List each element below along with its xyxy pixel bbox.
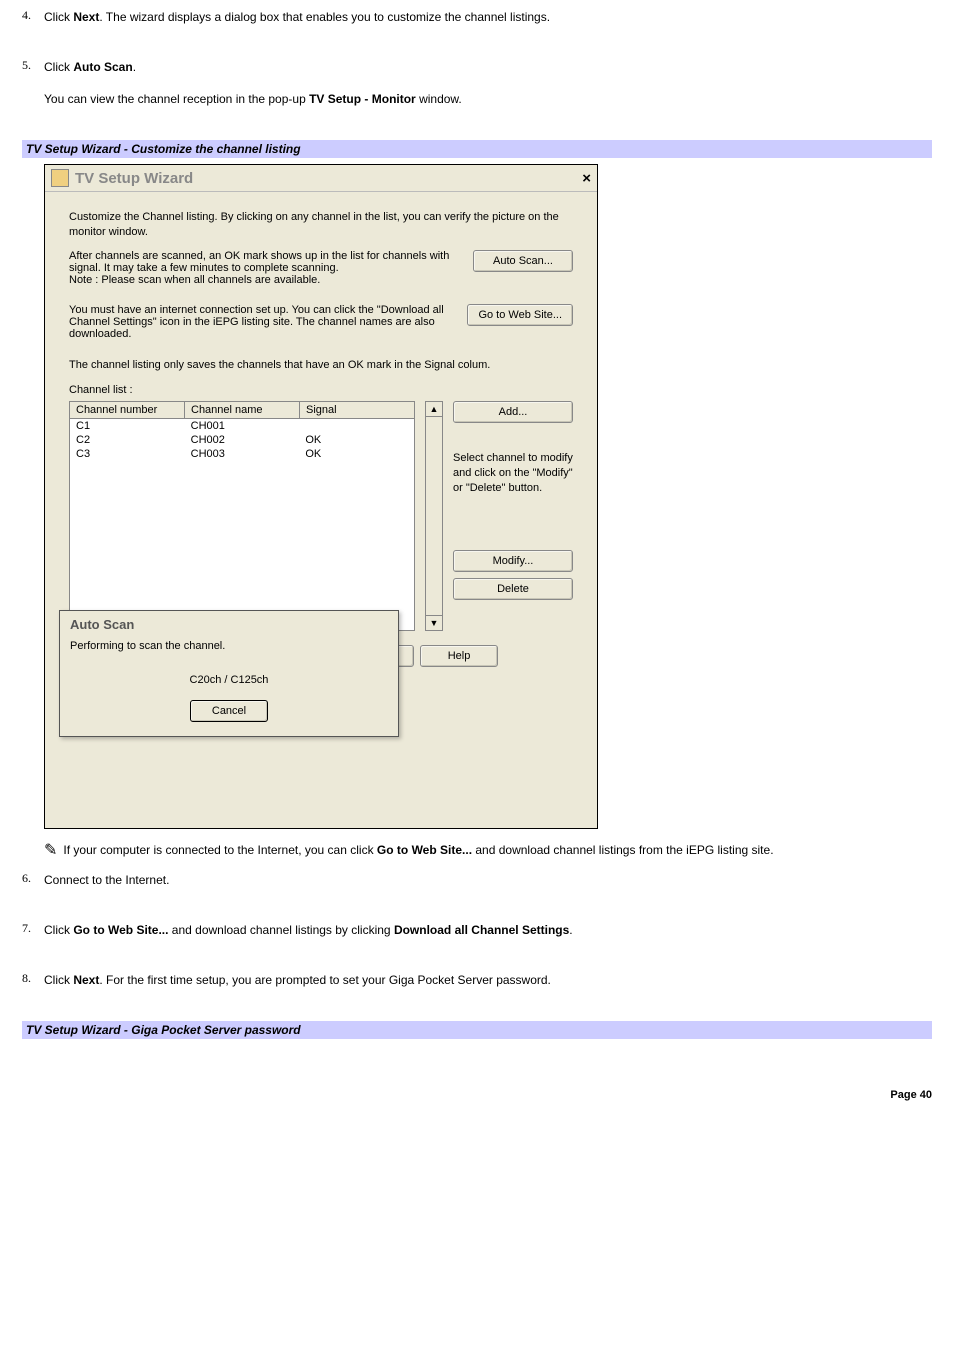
note-block: ✎ If your computer is connected to the I… <box>44 843 932 859</box>
step-text: Click Go to Web Site... and download cha… <box>44 921 932 939</box>
auto-scan-button[interactable]: Auto Scan... <box>473 250 573 272</box>
table-scrollbar[interactable]: ▲ ▼ <box>425 401 443 631</box>
col-channel-number: Channel number <box>70 402 185 418</box>
dialog-intro: Customize the Channel listing. By clicki… <box>69 210 573 240</box>
col-channel-name: Channel name <box>185 402 300 418</box>
step-number: 8. <box>22 971 44 1003</box>
pencil-icon: ✎ <box>44 843 57 859</box>
step-number: 7. <box>22 921 44 953</box>
add-button[interactable]: Add... <box>453 401 573 423</box>
auto-scan-section: After channels are scanned, an OK mark s… <box>69 250 573 286</box>
side-help-text: Select channel to modify and click on th… <box>453 451 573 496</box>
page-footer: Page 40 <box>0 1065 954 1111</box>
modify-button[interactable]: Modify... <box>453 550 573 572</box>
step-6: 6. Connect to the Internet. <box>22 871 932 903</box>
scroll-up-icon[interactable]: ▲ <box>426 402 442 417</box>
step-7: 7. Click Go to Web Site... and download … <box>22 921 932 953</box>
step-number: 6. <box>22 871 44 903</box>
table-row[interactable]: C3 CH003 OK <box>70 447 414 461</box>
tv-setup-wizard-dialog: TV Setup Wizard × Customize the Channel … <box>44 164 598 829</box>
channel-table[interactable]: Channel number Channel name Signal C1 CH… <box>69 401 415 631</box>
col-signal: Signal <box>300 402 414 418</box>
table-row[interactable]: C1 CH001 <box>70 419 414 433</box>
dialog-title: TV Setup Wizard <box>75 170 582 187</box>
step-4: 4. Click Next. The wizard displays a dia… <box>22 8 932 40</box>
step-text: Click Next. For the first time setup, yo… <box>44 971 932 989</box>
channel-list-area: Channel number Channel name Signal C1 CH… <box>69 401 573 631</box>
step-text-2: You can view the channel reception in th… <box>44 90 932 108</box>
titlebar: TV Setup Wizard × <box>45 165 597 192</box>
step-5: 5. Click Auto Scan. You can view the cha… <box>22 58 932 122</box>
app-icon <box>51 169 69 187</box>
step-number: 4. <box>22 8 44 40</box>
auto-scan-popup: Auto Scan Performing to scan the channel… <box>59 610 399 737</box>
step-number: 5. <box>22 58 44 122</box>
channel-list-label: Channel list : <box>69 383 573 398</box>
table-header: Channel number Channel name Signal <box>70 402 414 419</box>
figure-caption-2: TV Setup Wizard - Giga Pocket Server pas… <box>22 1021 932 1039</box>
delete-button[interactable]: Delete <box>453 578 573 600</box>
figure-caption-1: TV Setup Wizard - Customize the channel … <box>22 140 932 158</box>
web-site-text: You must have an internet connection set… <box>69 304 457 340</box>
close-icon[interactable]: × <box>582 170 591 187</box>
step-text: Click Next. The wizard displays a dialog… <box>44 8 932 26</box>
note-text: If your computer is connected to the Int… <box>63 843 773 857</box>
popup-progress: C20ch / C125ch <box>70 674 388 686</box>
step-8: 8. Click Next. For the first time setup,… <box>22 971 932 1003</box>
save-note: The channel listing only saves the chann… <box>69 358 573 373</box>
table-row[interactable]: C2 CH002 OK <box>70 433 414 447</box>
scroll-down-icon[interactable]: ▼ <box>426 615 442 630</box>
popup-title: Auto Scan <box>70 617 388 632</box>
popup-cancel-button[interactable]: Cancel <box>190 700 268 722</box>
auto-scan-text: After channels are scanned, an OK mark s… <box>69 250 463 286</box>
help-button[interactable]: Help <box>420 645 498 667</box>
web-site-section: You must have an internet connection set… <box>69 304 573 340</box>
step-text: Click Auto Scan. <box>44 58 932 76</box>
step-text: Connect to the Internet. <box>44 871 932 889</box>
popup-text: Performing to scan the channel. <box>70 640 388 652</box>
go-to-web-site-button[interactable]: Go to Web Site... <box>467 304 573 326</box>
